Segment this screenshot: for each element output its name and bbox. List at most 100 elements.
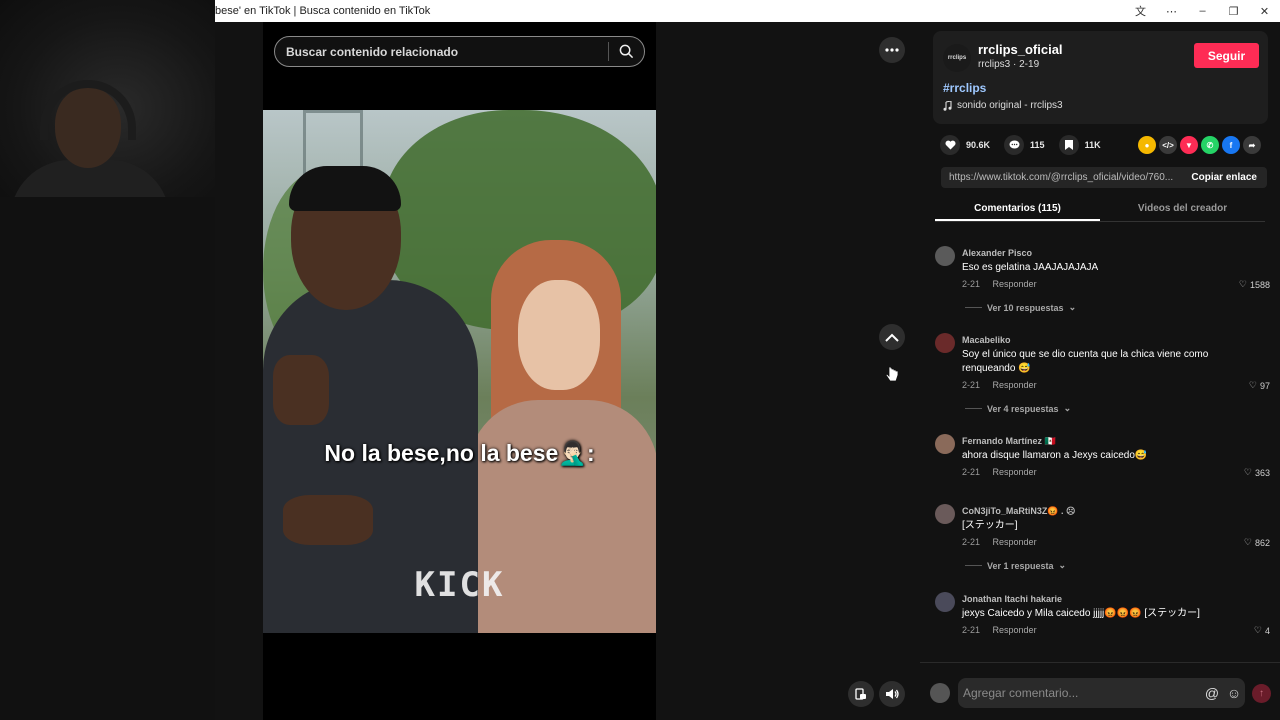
close-button[interactable]: ✕ [1249,0,1280,22]
comment-username[interactable]: Fernando Martínez 🇲🇽 [962,436,1056,447]
comment-meta: 2-21 Responder [962,625,1047,635]
comment-like-button[interactable]: ♡ 4 [1254,625,1270,636]
comment-like-button[interactable]: ♡ 363 [1244,467,1270,478]
comment-text: Soy el único que se dio cuenta que la ch… [962,349,1209,374]
next-video-button[interactable] [879,362,905,388]
comment-username[interactable]: Jonathan Itachi hakarie [962,594,1062,604]
save-count: 11K [1084,140,1101,150]
reply-button[interactable]: Responder [993,380,1037,390]
embed-icon[interactable]: </> [1159,136,1177,154]
comment-date: 2-21 [962,279,981,289]
comment-username[interactable]: Macabeliko [962,335,1011,345]
minimize-button[interactable]: – [1187,0,1218,22]
comment-item: Fernando Martínez 🇲🇽 ahora disque llamar… [935,432,1270,492]
comment-username[interactable]: Alexander Pisco [962,248,1032,258]
tab-creator-videos[interactable]: Videos del creador [1100,199,1265,221]
tab-comments[interactable]: Comentarios (115) [935,199,1100,221]
more-button[interactable] [879,37,905,63]
share-arrow-icon[interactable]: ➦ [1243,136,1261,154]
comments-panel: rrclips rrclips_oficial rrclips3 · 2-19 … [920,22,1280,720]
heart-outline-icon: ♡ [1243,467,1252,477]
view-replies-button[interactable]: Ver 1 respuesta ⌄ [965,560,1066,571]
comment-meta: 2-21 Responder [962,467,1047,477]
avatar[interactable] [935,592,955,612]
comment-button[interactable]: 115 [1004,135,1045,155]
avatar[interactable] [935,246,955,266]
comment-text: jexys Caicedo y Mila caicedo jjjjj😡😡😡 [ス… [962,608,1200,619]
facebook-icon[interactable]: f [1222,136,1240,154]
comment-username[interactable]: CoN3jiTo_MaRtiN3Z😡 . ☹ [962,506,1075,517]
chevron-down-icon: ⌄ [1058,560,1067,570]
heart-icon [940,135,960,155]
webcam-overlay [0,0,215,197]
reply-button[interactable]: Responder [993,467,1037,477]
copy-link-button[interactable]: Copiar enlace [1181,172,1267,183]
avatar[interactable] [935,333,955,353]
window-titlebar: bese' en TikTok | Busca contenido en Tik… [215,0,1280,22]
reply-button[interactable]: Responder [993,625,1037,635]
translate-icon[interactable]: 文 [1125,0,1156,22]
previous-video-button[interactable] [879,324,905,350]
related-search-bar[interactable]: Buscar contenido relacionado [274,36,645,67]
comment-like-button[interactable]: ♡ 97 [1249,380,1270,391]
replies-line [965,307,982,308]
like-count: 90.6K [966,140,991,150]
mention-icon[interactable]: @ [1201,685,1223,701]
restore-button[interactable]: ❐ [1218,0,1249,22]
comment-count: 115 [1030,140,1045,150]
miniplayer-button[interactable] [848,681,874,707]
headset [40,80,136,140]
comment-input-placeholder[interactable]: Agregar comentario... [958,686,1201,700]
comment-input[interactable]: Agregar comentario... @ ☺ [958,678,1245,708]
like-button[interactable]: 90.6K [940,135,990,155]
hashtag-link[interactable]: #rrclips [943,81,986,95]
heart-outline-icon: ♡ [1248,380,1257,390]
video-woman-face [518,280,600,390]
comment-date: 2-21 [962,537,981,547]
avatar[interactable] [935,434,955,454]
comment-like-button[interactable]: ♡ 1588 [1239,279,1270,290]
music-note-icon [943,100,952,111]
search-input[interactable]: Buscar contenido relacionado [275,45,608,59]
comment-item: Jonathan Itachi hakarie jexys Caicedo y … [935,590,1270,650]
cursor-hand-icon [885,366,899,382]
more-options-icon[interactable]: ⋯ [1156,0,1187,22]
creator-name[interactable]: rrclips_oficial [978,42,1063,57]
comment-like-button[interactable]: ♡ 862 [1244,537,1270,548]
view-replies-label: Ver 4 respuestas [987,403,1059,414]
view-replies-button[interactable]: Ver 10 respuestas ⌄ [965,302,1076,313]
avatar[interactable] [935,504,955,524]
comment-like-count: 4 [1264,625,1270,636]
view-replies-label: Ver 10 respuestas [987,302,1064,313]
repost-icon[interactable]: ● [1138,136,1156,154]
comment-text: Eso es gelatina JAAJAJAJAJA [962,262,1099,273]
comment-text: ahora disque llamaron a Jexys caicedo😅 [962,450,1148,461]
video-man-arm [283,495,373,545]
comment-item: CoN3jiTo_MaRtiN3Z😡 . ☹ [ステッカー] 2-21 Resp… [935,502,1270,582]
window-controls: 文 ⋯ – ❐ ✕ [1125,0,1280,22]
comment-item: Macabeliko Soy el único que se dio cuent… [935,331,1270,431]
volume-button[interactable] [879,681,905,707]
search-button[interactable] [609,37,644,66]
reply-button[interactable]: Responder [993,279,1037,289]
comment-input-bar: Agregar comentario... @ ☺ ↑ [920,662,1280,720]
send-to-friends-icon[interactable]: ▼ [1180,136,1198,154]
engagement-stats: 90.6K 115 11K [940,135,1115,155]
whatsapp-icon[interactable]: ✆ [1201,136,1219,154]
reply-button[interactable]: Responder [993,537,1037,547]
view-replies-button[interactable]: Ver 4 respuestas ⌄ [965,403,1071,414]
post-comment-button[interactable]: ↑ [1252,684,1271,703]
video-url[interactable]: https://www.tiktok.com/@rrclips_oficial/… [941,172,1181,183]
video-man-hair [289,166,401,211]
bookmark-icon [1058,135,1079,155]
save-button[interactable]: 11K [1058,135,1101,155]
arrow-up-icon: ↑ [1259,688,1264,699]
emoji-icon[interactable]: ☺ [1223,685,1245,701]
sound-link[interactable]: sonido original - rrclips3 [943,100,1063,111]
creator-avatar[interactable]: rrclips [943,44,971,72]
comment-like-count: 1588 [1249,279,1270,290]
view-replies-label: Ver 1 respuesta [987,560,1054,571]
follow-button[interactable]: Seguir [1194,43,1259,68]
comment-date: 2-21 [962,625,981,635]
video-player[interactable]: No la bese,no la bese🤦🏻‍♂️: KICK [263,110,656,633]
